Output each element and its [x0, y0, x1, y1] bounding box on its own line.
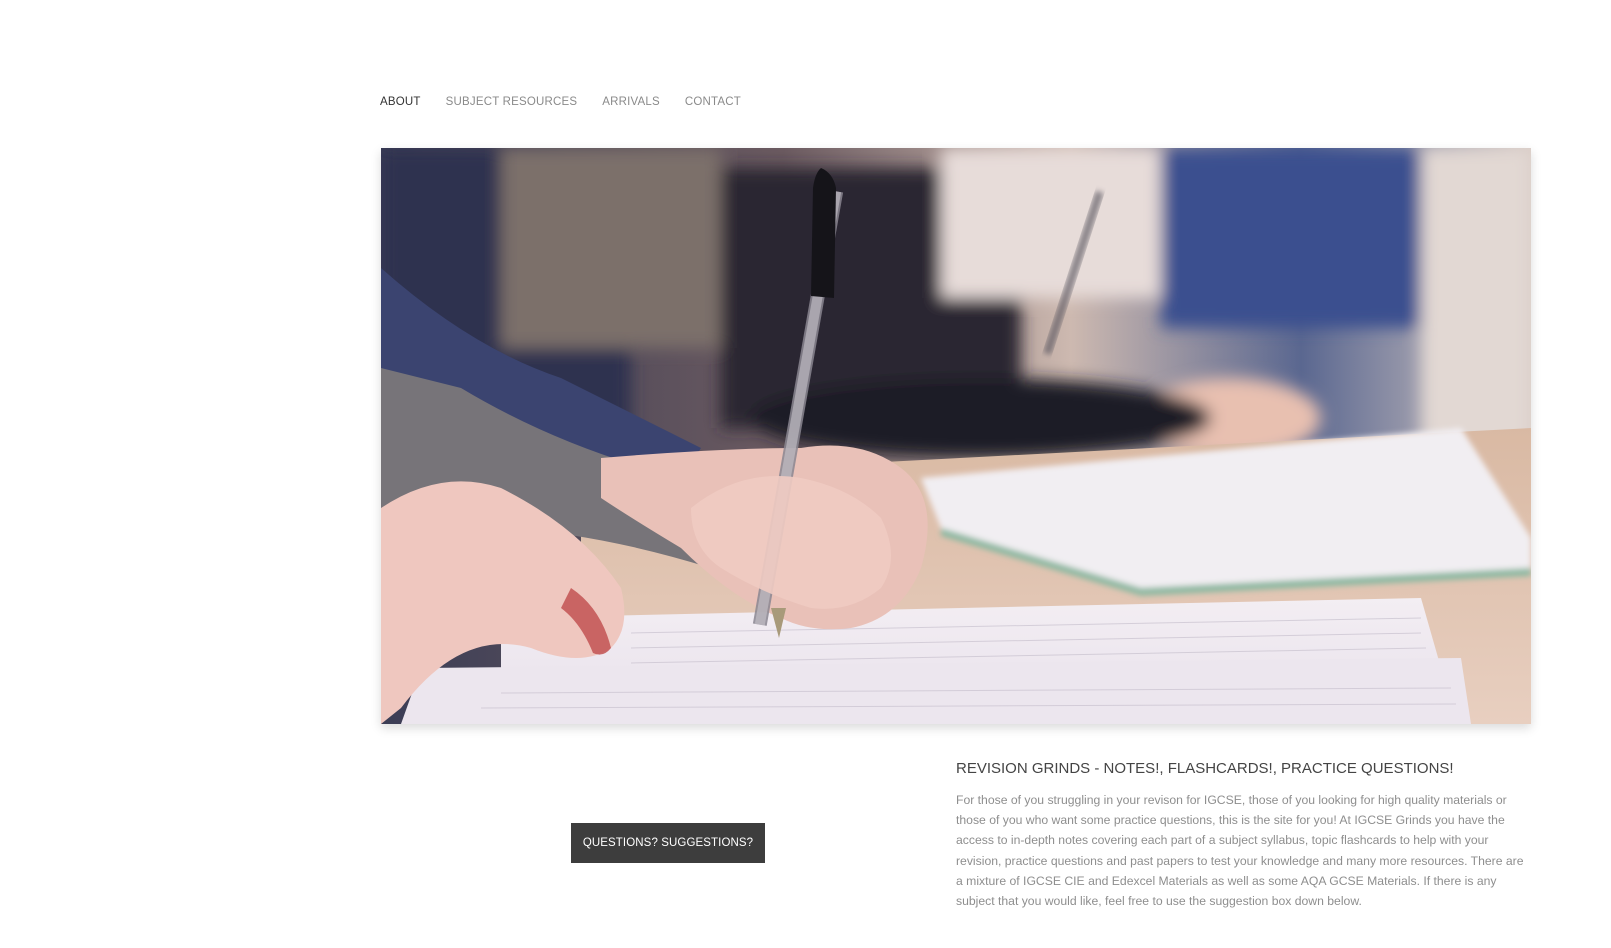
- questions-suggestions-button[interactable]: QUESTIONS? SUGGESTIONS?: [571, 823, 765, 863]
- hero-image: [381, 148, 1531, 724]
- nav-item-subject-resources[interactable]: SUBJECT RESOURCES: [446, 96, 578, 108]
- about-heading: REVISION GRINDS - NOTES!, FLASHCARDS!, P…: [956, 760, 1454, 777]
- nav-item-contact[interactable]: CONTACT: [685, 96, 741, 108]
- nav-item-about[interactable]: ABOUT: [380, 96, 421, 108]
- nav-item-arrivals[interactable]: ARRIVALS: [602, 96, 660, 108]
- about-description: For those of you struggling in your revi…: [956, 793, 1524, 909]
- hero-photo-students-writing: [381, 148, 1531, 724]
- main-nav: ABOUT SUBJECT RESOURCES ARRIVALS CONTACT: [380, 96, 741, 108]
